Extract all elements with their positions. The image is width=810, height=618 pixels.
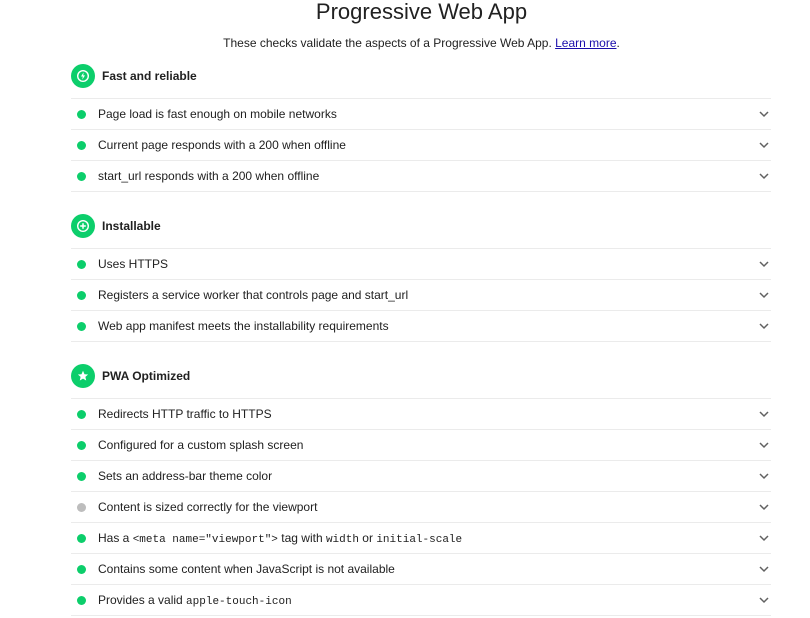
audit-row[interactable]: Web app manifest meets the installabilit…: [71, 311, 771, 342]
audit-title: Content is sized correctly for the viewp…: [98, 500, 318, 514]
not-applicable-status-icon: [77, 502, 86, 512]
group-title: Fast and reliable: [102, 69, 197, 83]
star-icon: [71, 364, 95, 388]
pass-status-icon: [77, 471, 86, 481]
chevron-down-icon[interactable]: [758, 532, 770, 544]
audit-row[interactable]: Provides a valid apple-touch-icon: [71, 585, 771, 616]
audit-title-text: Has a: [98, 530, 133, 545]
audit-title-text: tag with: [277, 530, 326, 545]
chevron-down-icon[interactable]: [758, 501, 770, 513]
audit-row[interactable]: Sets an address-bar theme color: [71, 461, 771, 492]
audit-title: Sets an address-bar theme color: [98, 469, 273, 483]
chevron-down-icon[interactable]: [758, 108, 770, 120]
pass-status-icon: [77, 409, 86, 419]
group-pwa-optimized: PWA Optimized Redirects HTTP traffic to …: [71, 363, 771, 616]
chevron-down-icon[interactable]: [758, 320, 770, 332]
audit-title-code: initial-scale: [376, 533, 463, 546]
audit-title: Redirects HTTP traffic to HTTPS: [98, 407, 272, 421]
audit-title: Configured for a custom splash screen: [98, 438, 304, 452]
chevron-down-icon[interactable]: [758, 563, 770, 575]
pass-status-icon: [77, 564, 86, 574]
audit-list: Redirects HTTP traffic to HTTPS Configur…: [71, 398, 771, 616]
description-period: .: [616, 36, 620, 50]
pass-status-icon: [77, 290, 86, 300]
audit-title-code: <meta name="viewport">: [132, 533, 278, 546]
audit-title: Uses HTTPS: [98, 257, 169, 271]
chevron-down-icon[interactable]: [758, 258, 770, 270]
audit-title-code: apple-touch-icon: [186, 595, 292, 608]
lightning-bolt-icon: [71, 64, 95, 88]
page-title: Progressive Web App: [315, 0, 528, 24]
audit-title: Web app manifest meets the installabilit…: [98, 319, 389, 333]
group-installable: Installable Uses HTTPS Registers a servi…: [71, 213, 771, 342]
group-header: PWA Optimized: [71, 363, 771, 389]
chevron-down-icon[interactable]: [758, 470, 770, 482]
audit-row[interactable]: Page load is fast enough on mobile netwo…: [71, 99, 771, 130]
pass-status-icon: [77, 440, 86, 450]
pass-status-icon: [77, 109, 86, 119]
audit-row[interactable]: Uses HTTPS: [71, 249, 771, 280]
chevron-down-icon[interactable]: [758, 408, 770, 420]
audit-title: Provides a valid apple-touch-icon: [98, 593, 758, 608]
audit-list: Page load is fast enough on mobile netwo…: [71, 98, 771, 192]
pass-status-icon: [77, 321, 86, 331]
audit-row[interactable]: Registers a service worker that controls…: [71, 280, 771, 311]
group-header: Fast and reliable: [71, 63, 771, 89]
group-title: Installable: [102, 219, 161, 233]
group-fast-and-reliable: Fast and reliable Page load is fast enou…: [71, 63, 771, 192]
group-header: Installable: [71, 213, 771, 239]
pass-status-icon: [77, 533, 86, 543]
description-text: These checks validate the aspects of a P…: [223, 36, 552, 50]
chevron-down-icon[interactable]: [758, 439, 770, 451]
audit-row[interactable]: Current page responds with a 200 when of…: [71, 130, 771, 161]
audit-title: Has a <meta name="viewport"> tag with wi…: [98, 531, 758, 546]
learn-more-link[interactable]: Learn more: [555, 36, 616, 50]
audit-title-code: width: [325, 533, 359, 546]
audit-title-text: Provides a valid: [98, 592, 187, 607]
audit-list: Uses HTTPS Registers a service worker th…: [71, 248, 771, 342]
audit-row[interactable]: Has a <meta name="viewport"> tag with wi…: [71, 523, 771, 554]
audit-row[interactable]: Contains some content when JavaScript is…: [71, 554, 771, 585]
audit-title: Registers a service worker that controls…: [98, 288, 409, 302]
pass-status-icon: [77, 171, 86, 181]
audit-row[interactable]: Configured for a custom splash screen: [71, 430, 771, 461]
plus-icon: [71, 214, 95, 238]
page-description: These checks validate the aspects of a P…: [0, 35, 810, 51]
audit-title: start_url responds with a 200 when offli…: [98, 169, 320, 183]
audit-row[interactable]: Content is sized correctly for the viewp…: [71, 492, 771, 523]
audit-row[interactable]: start_url responds with a 200 when offli…: [71, 161, 771, 192]
audit-title: Current page responds with a 200 when of…: [98, 138, 346, 152]
chevron-down-icon[interactable]: [758, 594, 770, 606]
chevron-down-icon[interactable]: [758, 289, 770, 301]
audit-title: Page load is fast enough on mobile netwo…: [98, 107, 337, 121]
audit-title-text: or: [358, 530, 377, 545]
chevron-down-icon[interactable]: [758, 139, 770, 151]
pass-status-icon: [77, 140, 86, 150]
audit-title: Contains some content when JavaScript is…: [98, 562, 395, 576]
chevron-down-icon[interactable]: [758, 170, 770, 182]
audit-row[interactable]: Redirects HTTP traffic to HTTPS: [71, 399, 771, 430]
pass-status-icon: [77, 259, 86, 269]
pass-status-icon: [77, 595, 86, 605]
group-title: PWA Optimized: [102, 369, 191, 383]
